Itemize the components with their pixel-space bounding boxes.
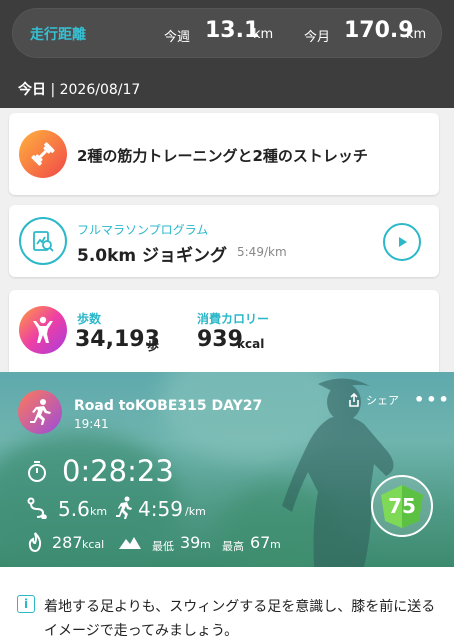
share-icon	[349, 392, 359, 407]
calories-unit: kcal	[237, 337, 265, 351]
workout-text: 2種の筋力トレーニングと2種のストレッチ	[77, 147, 368, 165]
activity-title: Road toKOBE315 DAY27	[74, 398, 263, 414]
info-icon: i	[17, 595, 35, 613]
steps-label: 歩数	[77, 312, 102, 326]
activity-distance-value: 5.6	[58, 497, 90, 521]
max-elevation-unit: m	[270, 538, 281, 551]
play-button[interactable]	[383, 223, 421, 261]
score-value: 75	[388, 494, 416, 518]
activity-time: 19:41	[74, 417, 109, 431]
program-title: 5.0km ジョギング	[77, 246, 228, 266]
person-arms-up-icon	[19, 306, 67, 354]
program-subtitle: フルマラソンプログラム	[77, 223, 209, 237]
week-distance-unit: km	[253, 27, 274, 42]
date-text: | 2026/08/17	[50, 82, 141, 98]
week-distance-value: 13.1	[205, 18, 260, 43]
activity-pace-unit: /km	[185, 505, 206, 518]
pace-runner-icon	[116, 496, 132, 519]
play-icon	[399, 237, 407, 247]
month-distance-unit: km	[406, 27, 427, 42]
max-elevation-label: 最高	[222, 540, 244, 553]
stopwatch-icon	[28, 461, 46, 482]
calories-label: 消費カロリー	[197, 312, 270, 326]
tip-section: i 着地する足よりも、スウィングする足を意識し、膝を前に送るイメージで走ってみま…	[0, 567, 454, 640]
month-label: 今月	[304, 30, 331, 45]
running-icon	[18, 390, 62, 434]
min-elevation-value: 39	[180, 533, 201, 552]
more-options-icon[interactable]: •••	[414, 390, 451, 409]
activity-duration: 0:28:23	[62, 454, 174, 488]
chart-search-icon	[19, 217, 67, 265]
activity-distance-unit: km	[90, 505, 108, 518]
mountain-icon	[119, 537, 141, 549]
activity-calories-unit: kcal	[82, 538, 105, 551]
share-button[interactable]: シェア	[346, 392, 399, 408]
distance-title: 走行距離	[30, 27, 86, 43]
share-label: シェア	[366, 394, 399, 407]
activity-calories-value: 287	[52, 533, 83, 552]
week-label: 今週	[164, 30, 191, 45]
month-distance-value: 170.9	[344, 18, 414, 43]
header: 走行距離 今週 13.1 km 今月 170.9 km 今日 | 2026/08…	[0, 0, 454, 108]
min-elevation-label: 最低	[152, 540, 174, 553]
activity-card[interactable]: Road toKOBE315 DAY27 19:41 シェア ••• 0:28:…	[0, 372, 454, 567]
max-elevation-value: 67	[250, 533, 271, 552]
today-date: 今日 | 2026/08/17	[18, 79, 140, 99]
score-badge[interactable]: 75	[371, 475, 433, 537]
distance-summary[interactable]: 走行距離 今週 13.1 km 今月 170.9 km	[12, 8, 442, 58]
today-label: 今日	[18, 82, 46, 98]
activity-pace-value: 4:59	[138, 497, 183, 521]
flame-icon	[28, 532, 42, 553]
route-icon	[27, 497, 47, 519]
min-elevation-unit: m	[200, 538, 211, 551]
tip-text: 着地する足よりも、スウィングする足を意識し、膝を前に送るイメージで走ってみましょ…	[44, 599, 436, 639]
program-pace: 5:49/km	[237, 245, 287, 259]
workout-card[interactable]: 2種の筋力トレーニングと2種のストレッチ	[9, 113, 439, 195]
stats-card[interactable]: 歩数 34,193 歩 消費カロリー 939 kcal	[9, 290, 439, 372]
program-card[interactable]: フルマラソンプログラム 5.0km ジョギング 5:49/km	[9, 205, 439, 277]
steps-unit: 歩	[147, 339, 160, 353]
dumbbell-icon	[19, 130, 67, 178]
